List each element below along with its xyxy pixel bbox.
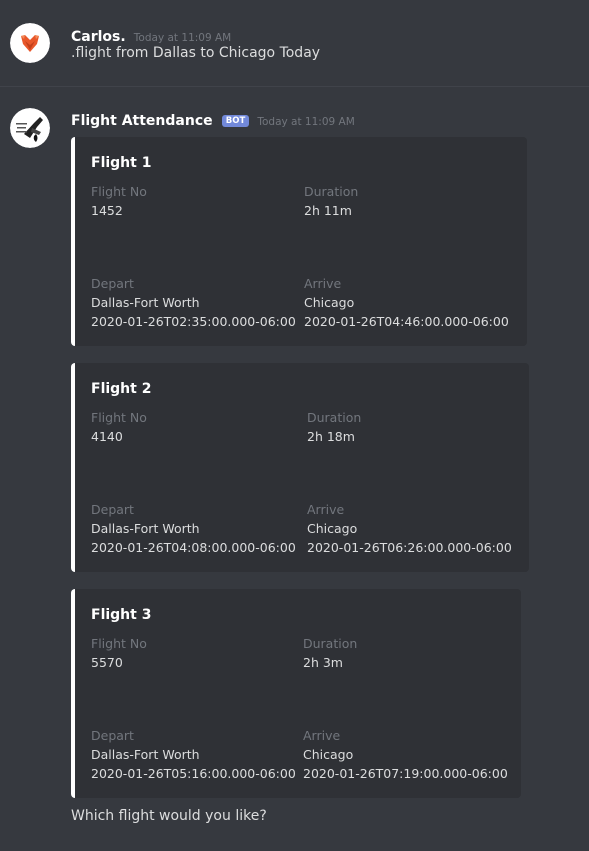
flight-embed-2: Flight 2 Flight No 4140 Duration 2h 18m … — [71, 363, 529, 572]
flight-embed-1: Flight 1 Flight No 1452 Duration 2h 11m … — [71, 137, 527, 346]
bot-badge: BOT — [221, 115, 250, 127]
flight-attendance-logo-icon — [10, 108, 50, 148]
message-divider — [0, 86, 589, 87]
field-value: 2020-01-26T02:35:00.000-06:00 — [91, 314, 296, 329]
field-value: 2020-01-26T05:16:00.000-06:00 — [91, 766, 296, 781]
field-duration: Duration 2h 18m — [307, 409, 361, 446]
field-value: 5570 — [91, 655, 123, 670]
field-value: 2h 18m — [307, 429, 355, 444]
field-label: Duration — [307, 410, 362, 425]
field-label: Flight No — [91, 636, 147, 651]
embed-title: Flight 3 — [91, 607, 152, 623]
username[interactable]: Flight Attendance — [71, 113, 213, 129]
field-label: Depart — [91, 502, 134, 517]
field-value: 2020-01-26T04:46:00.000-06:00 — [304, 314, 509, 329]
field-value: Dallas-Fort Worth — [91, 521, 200, 536]
message-content: .flight from Dallas to Chicago Today — [71, 45, 321, 61]
field-value: Chicago — [303, 747, 354, 762]
timestamp: Today at 11:09 AM — [257, 116, 355, 128]
field-depart: Depart Dallas-Fort Worth 2020-01-26T05:1… — [91, 727, 296, 783]
flight-embed-3: Flight 3 Flight No 5570 Duration 2h 3m D… — [71, 589, 521, 798]
message-header: Carlos. Today at 11:09 AM — [71, 26, 231, 45]
field-label: Arrive — [303, 728, 341, 743]
field-label: Depart — [91, 728, 134, 743]
field-label: Depart — [91, 276, 134, 291]
field-label: Duration — [303, 636, 358, 651]
field-label: Arrive — [304, 276, 342, 291]
field-value: 2020-01-26T07:19:00.000-06:00 — [303, 766, 508, 781]
field-value: Dallas-Fort Worth — [91, 295, 200, 310]
field-flight-no: Flight No 4140 — [91, 409, 147, 446]
field-arrive: Arrive Chicago 2020-01-26T06:26:00.000-0… — [307, 501, 512, 557]
bot-avatar[interactable] — [10, 108, 50, 148]
field-label: Arrive — [307, 502, 345, 517]
field-duration: Duration 2h 11m — [304, 183, 358, 220]
followup-message: Which flight would you like? — [71, 808, 267, 824]
field-value: 2020-01-26T06:26:00.000-06:00 — [307, 540, 512, 555]
field-value: 1452 — [91, 203, 123, 218]
field-value: 2020-01-26T04:08:00.000-06:00 — [91, 540, 296, 555]
field-duration: Duration 2h 3m — [303, 635, 357, 672]
field-arrive: Arrive Chicago 2020-01-26T07:19:00.000-0… — [303, 727, 508, 783]
user-avatar[interactable] — [10, 23, 50, 63]
field-flight-no: Flight No 1452 — [91, 183, 147, 220]
field-value: 4140 — [91, 429, 123, 444]
field-value: 2h 11m — [304, 203, 352, 218]
username[interactable]: Carlos. — [71, 29, 126, 45]
field-value: Chicago — [307, 521, 358, 536]
field-value: Chicago — [304, 295, 355, 310]
field-arrive: Arrive Chicago 2020-01-26T04:46:00.000-0… — [304, 275, 509, 331]
field-flight-no: Flight No 5570 — [91, 635, 147, 672]
embed-title: Flight 2 — [91, 381, 152, 397]
field-label: Flight No — [91, 184, 147, 199]
fox-icon — [10, 23, 50, 63]
field-depart: Depart Dallas-Fort Worth 2020-01-26T04:0… — [91, 501, 296, 557]
field-depart: Depart Dallas-Fort Worth 2020-01-26T02:3… — [91, 275, 296, 331]
field-value: 2h 3m — [303, 655, 343, 670]
embed-title: Flight 1 — [91, 155, 152, 171]
message-header: Flight Attendance BOT Today at 11:09 AM — [71, 110, 355, 129]
field-value: Dallas-Fort Worth — [91, 747, 200, 762]
field-label: Duration — [304, 184, 359, 199]
timestamp: Today at 11:09 AM — [133, 32, 232, 44]
field-label: Flight No — [91, 410, 147, 425]
